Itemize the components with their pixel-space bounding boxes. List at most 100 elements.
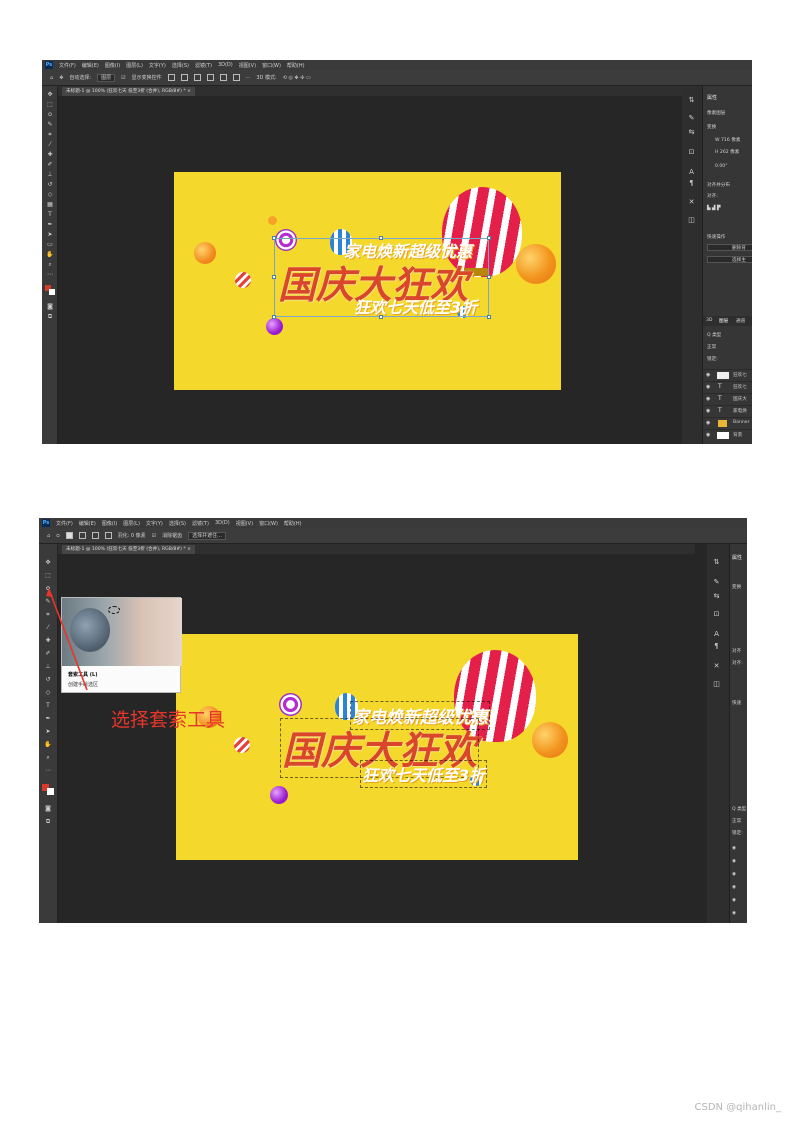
clone-source-icon[interactable]: ⊡ [687, 148, 696, 156]
path-select-icon[interactable]: ➤ [44, 729, 52, 735]
handle-r[interactable] [487, 275, 491, 279]
select-and-mask-button[interactable]: 选择并遮住... [188, 531, 226, 540]
menu-image[interactable]: 图像(I) [102, 520, 117, 527]
eye-icon[interactable]: ◉ [732, 911, 736, 916]
add-selection-icon[interactable] [78, 532, 86, 539]
menu-image[interactable]: 图像(I) [105, 62, 120, 69]
move-tool-icon[interactable]: ✥ [44, 560, 52, 566]
background-color-swatch[interactable] [47, 788, 54, 795]
eye-icon[interactable]: ◉ [706, 372, 710, 378]
eyedropper-icon[interactable]: ⁄ [44, 625, 52, 631]
layer-row[interactable]: ◉ T 狂欢七 [703, 381, 752, 392]
handle-b[interactable] [379, 315, 383, 319]
menu-help[interactable]: 帮助(H) [284, 520, 302, 527]
hand-tool-icon[interactable]: ✋ [46, 252, 54, 258]
blend-mode[interactable]: 正常 [707, 344, 716, 350]
background-color-swatch[interactable] [49, 289, 55, 295]
handle-l[interactable] [272, 275, 276, 279]
menu-file[interactable]: 文件(F) [56, 520, 73, 527]
document-tab[interactable]: 未标题-1 @ 100% (狂欢七天 低至3折 (合并), RGB/8#) * … [62, 545, 196, 554]
tools-icon[interactable]: ✕ [712, 662, 721, 670]
eye-icon[interactable]: ◉ [706, 384, 710, 390]
paragraph-icon[interactable]: ¶ [687, 179, 696, 187]
brush-tool-icon[interactable]: ✐ [44, 651, 52, 657]
menu-3d[interactable]: 3D(D) [218, 62, 233, 68]
menu-select[interactable]: 选择(S) [169, 520, 186, 527]
eye-icon[interactable]: ◉ [732, 859, 736, 864]
menu-3d[interactable]: 3D(D) [215, 520, 230, 526]
eye-icon[interactable]: ◉ [732, 846, 736, 851]
type-tool-icon[interactable]: T [44, 703, 52, 709]
select-subject-button[interactable]: 选择主 [707, 256, 752, 263]
quick-select-icon[interactable]: ✎ [44, 599, 52, 605]
brush-tool-icon[interactable]: ✐ [46, 162, 54, 168]
handle-tl[interactable] [272, 236, 276, 240]
distribute-icon[interactable] [206, 74, 214, 81]
tab-channels[interactable]: 通道 [736, 318, 745, 324]
more-tools-icon[interactable]: ⋯ [44, 768, 52, 774]
menu-view[interactable]: 视图(V) [239, 62, 256, 69]
new-selection-icon[interactable] [65, 532, 73, 539]
layer-row[interactable]: ◉ 背景 [703, 429, 752, 440]
intersect-selection-icon[interactable] [104, 532, 112, 539]
move-tool-icon[interactable]: ✥ [46, 92, 54, 98]
kind-filter[interactable]: Q 类型 [732, 806, 746, 812]
character-icon[interactable]: A [687, 168, 696, 176]
marquee-tool-icon[interactable]: ⬚ [44, 573, 52, 579]
tab-properties[interactable]: 属性 [732, 554, 742, 561]
libraries-icon[interactable]: ◫ [687, 216, 696, 224]
clone-stamp-icon[interactable]: ⊥ [46, 172, 54, 178]
antialias-checkbox[interactable]: ☑ [152, 533, 156, 539]
show-transform-checkbox[interactable]: ☑ [121, 75, 125, 81]
handle-t[interactable] [379, 236, 383, 240]
eye-icon[interactable]: ◉ [706, 396, 710, 402]
healing-brush-icon[interactable]: ✚ [44, 638, 52, 644]
clone-stamp-icon[interactable]: ⊥ [44, 664, 52, 670]
screen-mode-icon[interactable]: ⧉ [44, 819, 52, 825]
menu-file[interactable]: 文件(F) [59, 62, 76, 69]
menu-filter[interactable]: 滤镜(T) [195, 62, 212, 69]
menu-type[interactable]: 文字(Y) [149, 62, 166, 69]
eye-icon[interactable]: ◉ [732, 885, 736, 890]
eye-icon[interactable]: ◉ [732, 898, 736, 903]
gradient-icon[interactable]: ▦ [46, 202, 54, 208]
layer-row[interactable]: ◉ Banner [703, 417, 752, 428]
more-icon[interactable]: ··· [246, 75, 251, 81]
document-tab[interactable]: 未标题-1 @ 100% (狂欢七天 低至3折 (合并), RGB/8#) * … [62, 87, 196, 96]
character-icon[interactable]: A [712, 630, 721, 638]
quick-mask-icon[interactable]: ◙ [46, 304, 54, 310]
hand-tool-icon[interactable]: ✋ [44, 742, 52, 748]
brush-settings-icon[interactable]: ✎ [687, 114, 696, 122]
layer-row[interactable]: ◉ T 家电焕 [703, 405, 752, 416]
tools-icon[interactable]: ✕ [687, 198, 696, 206]
eye-icon[interactable]: ◉ [732, 872, 736, 877]
orbit-3d-icon[interactable]: ⟲ ◎ ✥ ✣ ▭ [283, 75, 311, 81]
paragraph-icon[interactable]: ¶ [712, 642, 721, 650]
eraser-icon[interactable]: ◇ [46, 192, 54, 198]
tab-3d[interactable]: 3D [706, 318, 712, 323]
eye-icon[interactable]: ◉ [706, 420, 710, 426]
align-right-icon[interactable] [193, 74, 201, 81]
rectangle-tool-icon[interactable]: ▭ [46, 242, 54, 248]
align-buttons[interactable]: ▙ ▟ ▛ [707, 206, 721, 211]
history-icon[interactable]: ⇅ [712, 558, 721, 566]
menu-edit[interactable]: 编辑(E) [82, 62, 99, 69]
tab-properties[interactable]: 属性 [707, 94, 717, 101]
more-tools-icon[interactable]: ⋯ [46, 272, 54, 278]
adjust-icon[interactable]: ⇆ [712, 592, 721, 600]
move-tool-icon[interactable]: ✥ [59, 75, 63, 81]
menu-layer[interactable]: 图层(L) [126, 62, 143, 69]
path-select-icon[interactable]: ➤ [46, 232, 54, 238]
align-middle-icon[interactable] [232, 74, 240, 81]
libraries-icon[interactable]: ◫ [712, 680, 721, 688]
remove-bg-button[interactable]: 删除背 [707, 244, 752, 251]
menu-help[interactable]: 帮助(H) [287, 62, 305, 69]
handle-bl[interactable] [272, 315, 276, 319]
eyedropper-icon[interactable]: ⁄ [46, 142, 54, 148]
lasso-tool-icon[interactable]: ᴑ [46, 112, 54, 118]
align-left-icon[interactable] [167, 74, 175, 81]
layer-dropdown[interactable]: 图层 [97, 73, 116, 82]
quick-mask-icon[interactable]: ◙ [44, 806, 52, 812]
crop-tool-icon[interactable]: ⌗ [46, 132, 54, 138]
brush-settings-icon[interactable]: ✎ [712, 578, 721, 586]
